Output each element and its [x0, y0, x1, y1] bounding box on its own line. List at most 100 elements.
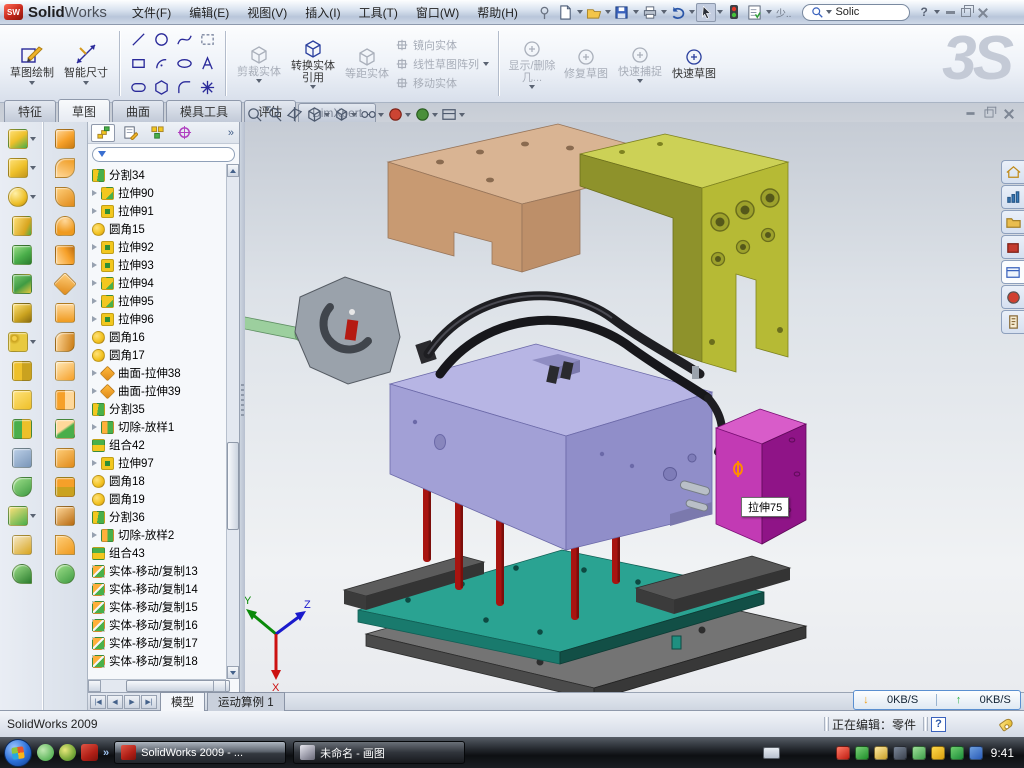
command-tab[interactable]: 草图 [58, 99, 110, 122]
view-tool-button[interactable] [414, 106, 438, 123]
smart-dimension-button[interactable]: 智能尺寸 [60, 28, 112, 99]
tray-icon[interactable] [912, 746, 926, 760]
scroll-up-arrow[interactable] [227, 164, 239, 177]
feature-tool-button[interactable] [8, 186, 36, 207]
view-tool-button[interactable] [441, 106, 465, 123]
tray-icon[interactable] [836, 746, 850, 760]
menu-item[interactable]: 工具(T) [350, 1, 407, 24]
sketch-button[interactable]: 草图绘制 [6, 28, 58, 99]
start-button[interactable] [4, 739, 32, 767]
view-tool-button[interactable] [387, 106, 411, 123]
search-scope-dropdown[interactable] [826, 10, 832, 14]
tree-item[interactable]: 切除-放样2 [88, 526, 239, 544]
sketch-utility-button[interactable]: 修复草图 [560, 28, 612, 99]
tree-vertical-scrollbar[interactable] [226, 164, 239, 679]
command-tab[interactable]: 特征 [4, 100, 56, 122]
sketch-utility-button[interactable]: 显示/删除几... [506, 28, 558, 99]
tree-item[interactable]: 拉伸97 [88, 454, 239, 472]
feature-tool-button[interactable] [12, 360, 32, 381]
sketch-tool-button[interactable] [150, 52, 172, 75]
tray-icon[interactable] [969, 746, 983, 760]
tree-item[interactable]: 实体-移动/复制16 [88, 616, 239, 634]
feature-tool-button[interactable] [8, 128, 36, 149]
surface-tool-button[interactable] [55, 302, 75, 323]
property-manager-tab[interactable] [118, 124, 142, 142]
feature-tool-button[interactable] [12, 534, 32, 555]
tree-item[interactable]: 圆角16 [88, 328, 239, 346]
doc-nav-button[interactable]: ▶| [141, 695, 157, 709]
tree-item[interactable]: 分割36 [88, 508, 239, 526]
surface-tool-button[interactable] [55, 186, 75, 207]
doc-restore-button[interactable] [985, 109, 994, 117]
menu-item[interactable]: 插入(I) [296, 1, 349, 24]
sketch-tool-button[interactable] [150, 76, 172, 99]
sketch-utility-button[interactable]: 快速草图 [668, 28, 720, 99]
surface-tool-button[interactable] [55, 476, 75, 497]
scroll-thumb[interactable] [227, 442, 239, 530]
taskbar-task-button[interactable]: 未命名 - 画图 [293, 741, 465, 764]
scroll-left-arrow[interactable] [88, 680, 101, 692]
tree-item[interactable]: 拉伸95 [88, 292, 239, 310]
surface-tool-button[interactable] [55, 331, 75, 352]
doc-close-button[interactable] [1003, 108, 1014, 119]
search-input[interactable]: Solic [835, 6, 859, 18]
view-tool-button[interactable] [246, 106, 263, 123]
surface-tool-button[interactable] [55, 389, 75, 410]
sketch-pattern-button[interactable]: 线性草图阵列 [395, 56, 491, 72]
view-tool-button[interactable] [286, 106, 303, 123]
surface-tool-button[interactable] [55, 563, 75, 584]
taskbar-task-button[interactable]: SolidWorks 2009 - ... [114, 741, 286, 764]
tree-item[interactable]: 实体-移动/复制15 [88, 598, 239, 616]
sketch-tool-button[interactable] [196, 52, 218, 75]
configuration-manager-tab[interactable] [145, 124, 169, 142]
quick-launch-icon[interactable] [59, 744, 76, 761]
tray-icon[interactable] [950, 746, 964, 760]
tree-item[interactable]: 实体-移动/复制14 [88, 580, 239, 598]
restore-button[interactable] [961, 8, 971, 17]
tree-item[interactable]: 组合43 [88, 544, 239, 562]
surface-tool-button[interactable] [55, 360, 75, 381]
tree-item[interactable]: 实体-移动/复制13 [88, 562, 239, 580]
task-pane-tab[interactable] [1001, 310, 1024, 334]
task-pane-tab[interactable] [1001, 210, 1024, 234]
graphics-viewport[interactable]: Y Z X [240, 122, 1024, 692]
menu-item[interactable]: 帮助(H) [468, 1, 527, 24]
tree-item[interactable]: 拉伸90 [88, 184, 239, 202]
options-list-icon[interactable] [745, 3, 765, 22]
pin-icon[interactable] [535, 3, 555, 22]
scroll-down-arrow[interactable] [227, 666, 239, 679]
tree-item[interactable]: 曲面-拉伸38 [88, 364, 239, 382]
view-tool-button[interactable] [360, 106, 384, 123]
tree-item[interactable]: 圆角15 [88, 220, 239, 238]
surface-tool-button[interactable] [55, 505, 75, 526]
save-icon[interactable] [612, 3, 632, 22]
sketch-tool-button[interactable] [150, 28, 172, 51]
feature-tool-button[interactable] [12, 215, 32, 236]
tree-item[interactable]: 圆角19 [88, 490, 239, 508]
sketch-pattern-button[interactable]: 移动实体 [395, 75, 491, 91]
task-pane-tab[interactable] [1001, 235, 1024, 259]
feature-tool-button[interactable] [12, 302, 32, 323]
tree-item[interactable]: 曲面-拉伸39 [88, 382, 239, 400]
tree-item[interactable]: 拉伸91 [88, 202, 239, 220]
sketch-tool-button[interactable] [127, 28, 149, 51]
surface-tool-button[interactable] [55, 534, 75, 555]
view-tool-button[interactable] [266, 106, 283, 123]
select-cursor-icon[interactable] [696, 3, 716, 22]
help-button[interactable]: ? [920, 5, 927, 19]
task-pane-tab[interactable] [1001, 260, 1024, 284]
help-dropdown[interactable] [934, 10, 940, 14]
command-tab[interactable]: 曲面 [112, 100, 164, 122]
sketch-tool-button[interactable] [196, 28, 218, 51]
surface-tool-button[interactable] [55, 273, 75, 294]
tray-icon[interactable] [874, 746, 888, 760]
task-pane-tab[interactable] [1001, 185, 1024, 209]
feature-manager-tab[interactable] [91, 124, 115, 142]
open-icon[interactable] [584, 3, 604, 22]
feature-tool-button[interactable] [12, 273, 32, 294]
close-button[interactable] [977, 7, 988, 18]
document-tab[interactable]: 运动算例 1 [207, 692, 285, 711]
surface-tool-button[interactable] [55, 215, 75, 236]
minimize-button[interactable] [946, 11, 955, 14]
surface-tool-button[interactable] [55, 447, 75, 468]
